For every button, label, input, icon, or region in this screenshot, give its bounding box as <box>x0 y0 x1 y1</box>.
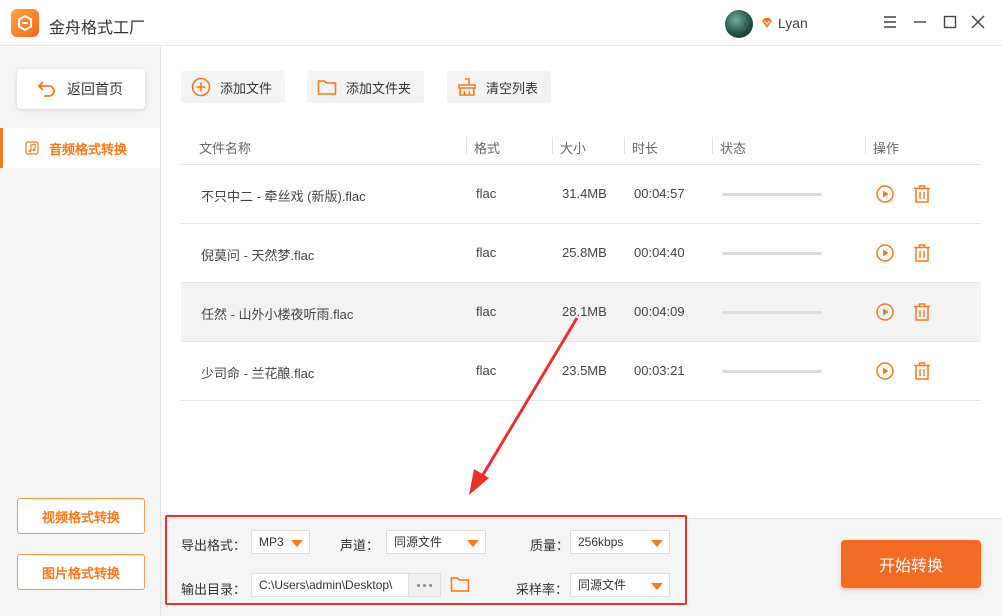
play-icon[interactable] <box>875 184 895 204</box>
video-convert-button[interactable]: 视频格式转换 <box>17 498 145 534</box>
file-duration: 00:03:21 <box>634 363 685 378</box>
trash-icon[interactable] <box>912 361 932 381</box>
file-format: flac <box>476 186 497 201</box>
title-bar: 金舟格式工厂 Lyan <box>0 0 1002 46</box>
file-size: 25.8MB <box>562 245 607 260</box>
add-folder-label: 添加文件夹 <box>346 80 412 96</box>
app-title: 金舟格式工厂 <box>49 20 146 37</box>
file-name: 不只中二 - 牵丝戏 (新版).flac <box>201 189 366 204</box>
app-logo-icon <box>11 9 39 37</box>
add-file-button[interactable]: 添加文件 <box>181 71 286 103</box>
broom-icon <box>458 78 476 96</box>
col-action-header: 操作 <box>873 141 900 156</box>
col-status-header: 状态 <box>720 141 747 156</box>
user-avatar[interactable] <box>725 10 753 38</box>
col-divider <box>552 137 553 154</box>
col-divider <box>466 137 467 154</box>
file-table: 文件名称 格式 大小 时长 状态 操作 不只中二 - 牵丝戏 (新版).flac… <box>181 127 981 401</box>
music-note-icon <box>25 141 39 155</box>
col-divider <box>624 137 625 154</box>
play-icon[interactable] <box>875 302 895 322</box>
col-format-header: 格式 <box>474 141 501 156</box>
play-icon[interactable] <box>875 243 895 263</box>
add-file-label: 添加文件 <box>220 80 273 96</box>
file-size: 23.5MB <box>562 363 607 378</box>
sidebar: 返回首页 音频格式转换 视频格式转换 图片格式转换 <box>0 47 161 616</box>
table-row[interactable]: 少司命 - 兰花酿.flac flac 23.5MB 00:03:21 <box>181 342 981 401</box>
col-duration-header: 时长 <box>632 141 659 156</box>
progress-bar <box>722 252 822 255</box>
table-row[interactable]: 任然 - 山外小楼夜听雨.flac flac 28.1MB 00:04:09 <box>181 283 981 342</box>
clear-list-button[interactable]: 清空列表 <box>447 71 552 103</box>
clear-list-label: 清空列表 <box>486 80 539 96</box>
file-format: flac <box>476 304 497 319</box>
return-arrow-icon <box>37 81 55 97</box>
trash-icon[interactable] <box>912 243 932 263</box>
close-icon[interactable] <box>968 12 988 32</box>
plus-circle-icon <box>191 77 211 97</box>
table-row[interactable]: 不只中二 - 牵丝戏 (新版).flac flac 31.4MB 00:04:5… <box>181 165 981 224</box>
folder-icon <box>317 80 337 95</box>
file-size: 31.4MB <box>562 186 607 201</box>
file-duration: 00:04:40 <box>634 245 685 260</box>
play-icon[interactable] <box>875 361 895 381</box>
minimize-icon[interactable] <box>910 12 930 32</box>
col-size-header: 大小 <box>560 141 587 156</box>
file-duration: 00:04:57 <box>634 186 685 201</box>
table-row[interactable]: 倪莫问 - 天然梦.flac flac 25.8MB 00:04:40 <box>181 224 981 283</box>
start-convert-button[interactable]: 开始转换 <box>841 540 981 588</box>
file-name: 少司命 - 兰花酿.flac <box>201 366 315 381</box>
maximize-icon[interactable] <box>940 12 960 32</box>
progress-bar <box>722 370 822 373</box>
username[interactable]: Lyan <box>778 15 808 31</box>
image-convert-button[interactable]: 图片格式转换 <box>17 554 145 590</box>
annotation-highlight-box <box>165 515 687 605</box>
add-folder-button[interactable]: 添加文件夹 <box>307 71 425 103</box>
file-name: 任然 - 山外小楼夜听雨.flac <box>201 307 354 322</box>
menu-icon[interactable] <box>880 12 900 32</box>
col-name-header: 文件名称 <box>199 141 252 156</box>
back-home-label: 返回首页 <box>67 81 123 97</box>
progress-bar <box>722 311 822 314</box>
table-header: 文件名称 格式 大小 时长 状态 操作 <box>181 127 981 165</box>
back-home-button[interactable]: 返回首页 <box>17 69 145 109</box>
col-divider <box>712 137 713 154</box>
col-divider <box>865 137 866 154</box>
file-format: flac <box>476 245 497 260</box>
sidebar-item-audio[interactable]: 音频格式转换 <box>0 128 160 168</box>
vip-diamond-icon <box>762 18 772 28</box>
file-size: 28.1MB <box>562 304 607 319</box>
file-format: flac <box>476 363 497 378</box>
file-duration: 00:04:09 <box>634 304 685 319</box>
sidebar-item-audio-label: 音频格式转换 <box>49 141 128 157</box>
trash-icon[interactable] <box>912 184 932 204</box>
file-name: 倪莫问 - 天然梦.flac <box>201 248 315 263</box>
progress-bar <box>722 193 822 196</box>
trash-icon[interactable] <box>912 302 932 322</box>
